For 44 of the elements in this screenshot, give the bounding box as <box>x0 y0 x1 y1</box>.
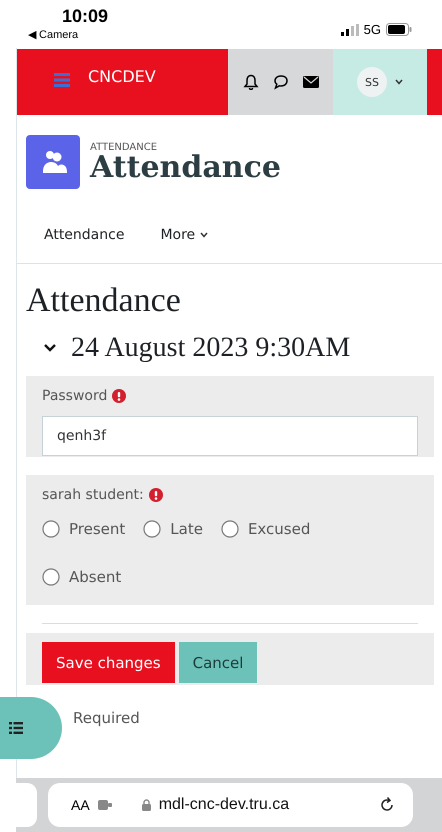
password-field[interactable]: qenh3f <box>42 416 418 456</box>
option-label[interactable]: Absent <box>69 568 122 586</box>
people-icon <box>26 135 80 189</box>
lock-icon <box>142 799 151 811</box>
bell-icon[interactable] <box>242 74 258 90</box>
caret-icon[interactable] <box>395 79 403 85</box>
site-name[interactable]: CNCDEV <box>88 67 156 86</box>
alert-icon <box>112 389 126 403</box>
url-text: mdl-cnc-dev.tru.ca <box>158 796 290 814</box>
radio-button[interactable] <box>220 520 239 538</box>
back-link[interactable]: ◀ Camera <box>28 28 108 41</box>
module-label: ATTENDANCE <box>90 142 158 152</box>
address-bar[interactable]: AA mdl-cnc-dev.tru.ca <box>48 783 413 827</box>
radio-button[interactable] <box>42 568 60 586</box>
section-heading: Attendance <box>26 282 182 320</box>
battery-icon <box>386 23 412 36</box>
index-button[interactable] <box>0 697 62 759</box>
field-label: sarah student: <box>42 487 144 503</box>
signal-icon <box>340 24 359 36</box>
nav-tab[interactable]: More <box>160 227 208 243</box>
session-date[interactable]: 24 August 2023 9:30AM <box>71 332 350 364</box>
chevron-icon[interactable] <box>43 343 57 353</box>
puzzle-icon[interactable] <box>98 800 112 810</box>
navbar-edge <box>427 49 442 115</box>
envelope-icon[interactable] <box>302 75 318 89</box>
text-size-button[interactable]: AA <box>71 797 90 813</box>
alert-icon <box>148 488 163 502</box>
network-label: 5G <box>364 22 381 37</box>
required-note: Required <box>73 709 140 727</box>
radio-button[interactable] <box>143 520 162 538</box>
page-title: Attendance <box>90 152 281 182</box>
radio-button[interactable] <box>42 520 60 538</box>
field-label: Password <box>42 388 108 404</box>
option-label[interactable]: Excused <box>248 520 310 538</box>
clock-time: 10:09 <box>61 6 108 27</box>
nav-tab[interactable]: Attendance <box>44 227 124 243</box>
option-label[interactable]: Present <box>69 520 126 538</box>
save-button[interactable]: Save changes <box>42 642 175 683</box>
list-icon <box>9 722 23 734</box>
user-avatar[interactable]: SS <box>357 67 387 97</box>
cancel-button[interactable]: Cancel <box>178 642 258 683</box>
option-label[interactable]: Late <box>170 520 203 538</box>
chat-icon[interactable] <box>272 74 288 90</box>
caret-icon <box>200 232 208 238</box>
